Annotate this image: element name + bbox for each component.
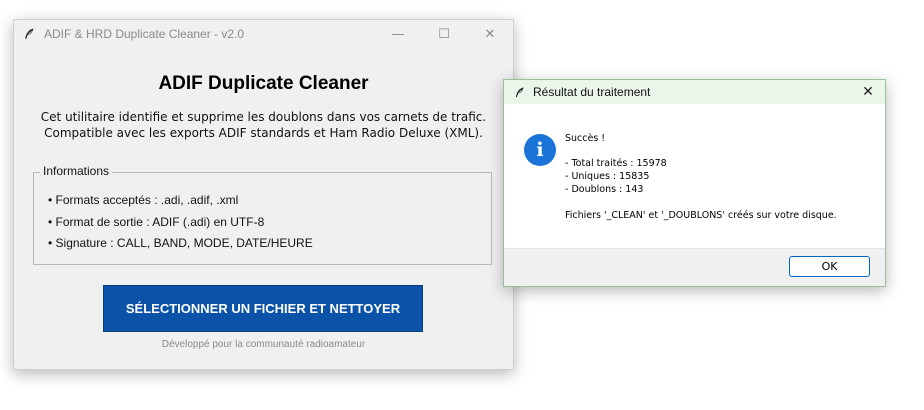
window-controls: — ☐ ✕ bbox=[375, 20, 513, 48]
close-button[interactable]: ✕ bbox=[467, 20, 513, 48]
footer-credit: Développé pour la communauté radioamateu… bbox=[161, 339, 366, 350]
select-and-clean-button[interactable]: SÉLECTIONNER UN FICHIER ET NETTOYER bbox=[103, 285, 423, 332]
dialog-title: Résultat du traitement bbox=[533, 85, 651, 99]
feather-icon bbox=[25, 28, 34, 39]
result-dialog: Résultat du traitement ✕ i Succès ! - To… bbox=[503, 79, 886, 287]
info-icon: i bbox=[524, 134, 556, 166]
close-icon: ✕ bbox=[484, 26, 496, 42]
maximize-button[interactable]: ☐ bbox=[421, 20, 467, 48]
dialog-footer: OK bbox=[504, 248, 885, 286]
description-line-2: Compatible avec les exports ADIF standar… bbox=[44, 126, 483, 140]
maximize-icon: ☐ bbox=[438, 26, 450, 42]
result-duplicates: - Doublons : 143 bbox=[565, 184, 644, 195]
result-files-note: Fichiers '_CLEAN' et '_DOUBLONS' créés s… bbox=[565, 210, 837, 221]
info-item-formats: • Formats acceptés : .adi, .adif, .xml bbox=[48, 193, 239, 207]
description-line-1: Cet utilitaire identifie et supprime les… bbox=[40, 110, 487, 124]
ok-button[interactable]: OK bbox=[789, 256, 870, 277]
feather-icon bbox=[515, 86, 524, 97]
result-status: Succès ! bbox=[565, 133, 606, 144]
main-titlebar[interactable]: ADIF & HRD Duplicate Cleaner - v2.0 — ☐ … bbox=[14, 20, 513, 48]
page-title: ADIF Duplicate Cleaner bbox=[158, 73, 369, 94]
info-item-signature: • Signature : CALL, BAND, MODE, DATE/HEU… bbox=[48, 236, 313, 250]
dialog-body: i Succès ! - Total traités : 15978 - Uni… bbox=[504, 104, 885, 249]
info-group-legend: Informations bbox=[40, 164, 113, 178]
main-window: ADIF & HRD Duplicate Cleaner - v2.0 — ☐ … bbox=[13, 19, 514, 370]
info-group: Informations • Formats acceptés : .adi, … bbox=[33, 164, 492, 265]
minimize-button[interactable]: — bbox=[375, 20, 421, 48]
result-unique: - Uniques : 15835 bbox=[565, 171, 650, 182]
minimize-icon: — bbox=[391, 26, 405, 42]
close-icon: ✕ bbox=[862, 84, 874, 100]
result-total: - Total traités : 15978 bbox=[565, 158, 667, 169]
dialog-titlebar[interactable]: Résultat du traitement ✕ bbox=[504, 80, 885, 104]
info-item-output: • Format de sortie : ADIF (.adi) en UTF-… bbox=[48, 215, 265, 229]
window-title: ADIF & HRD Duplicate Cleaner - v2.0 bbox=[44, 27, 245, 41]
dialog-close-button[interactable]: ✕ bbox=[851, 80, 885, 104]
